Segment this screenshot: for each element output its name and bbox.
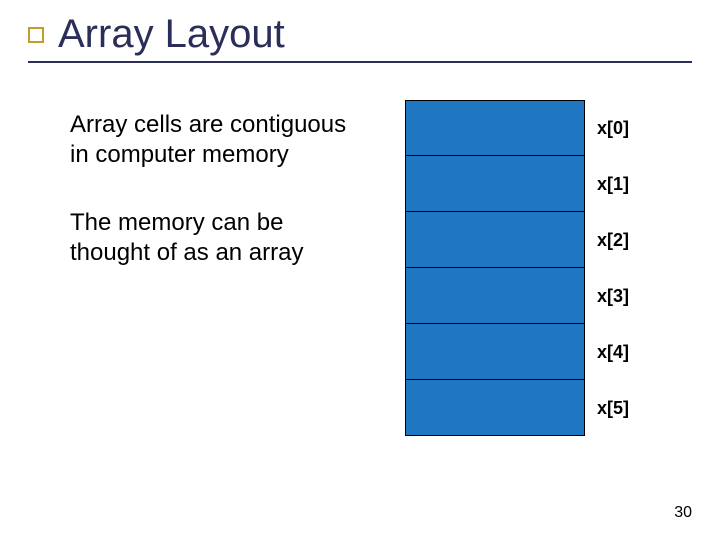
slide-title: Array Layout xyxy=(58,12,285,57)
title-block: Array Layout xyxy=(28,12,692,63)
array-cell xyxy=(405,324,585,380)
array-label: x[1] xyxy=(597,174,629,195)
title-row: Array Layout xyxy=(28,12,692,57)
array-label: x[0] xyxy=(597,118,629,139)
array-cell xyxy=(405,380,585,436)
array-row: x[5] xyxy=(405,380,665,436)
array-row: x[1] xyxy=(405,156,665,212)
array-label: x[4] xyxy=(597,342,629,363)
body-text: Array cells are contiguous in computer m… xyxy=(70,110,370,306)
array-cell xyxy=(405,212,585,268)
paragraph-2: The memory can be thought of as an array xyxy=(70,208,370,268)
bullet-square-icon xyxy=(28,27,44,43)
array-label: x[2] xyxy=(597,230,629,251)
array-row: x[0] xyxy=(405,100,665,156)
paragraph-1: Array cells are contiguous in computer m… xyxy=(70,110,370,170)
array-row: x[3] xyxy=(405,268,665,324)
page-number: 30 xyxy=(674,504,692,522)
array-cell xyxy=(405,156,585,212)
array-row: x[4] xyxy=(405,324,665,380)
array-diagram: x[0] x[1] x[2] x[3] x[4] x[5] xyxy=(405,100,665,436)
array-label: x[5] xyxy=(597,398,629,419)
title-underline xyxy=(28,61,692,63)
array-label: x[3] xyxy=(597,286,629,307)
array-cell xyxy=(405,100,585,156)
slide: Array Layout Array cells are contiguous … xyxy=(0,0,720,540)
array-cell xyxy=(405,268,585,324)
array-row: x[2] xyxy=(405,212,665,268)
